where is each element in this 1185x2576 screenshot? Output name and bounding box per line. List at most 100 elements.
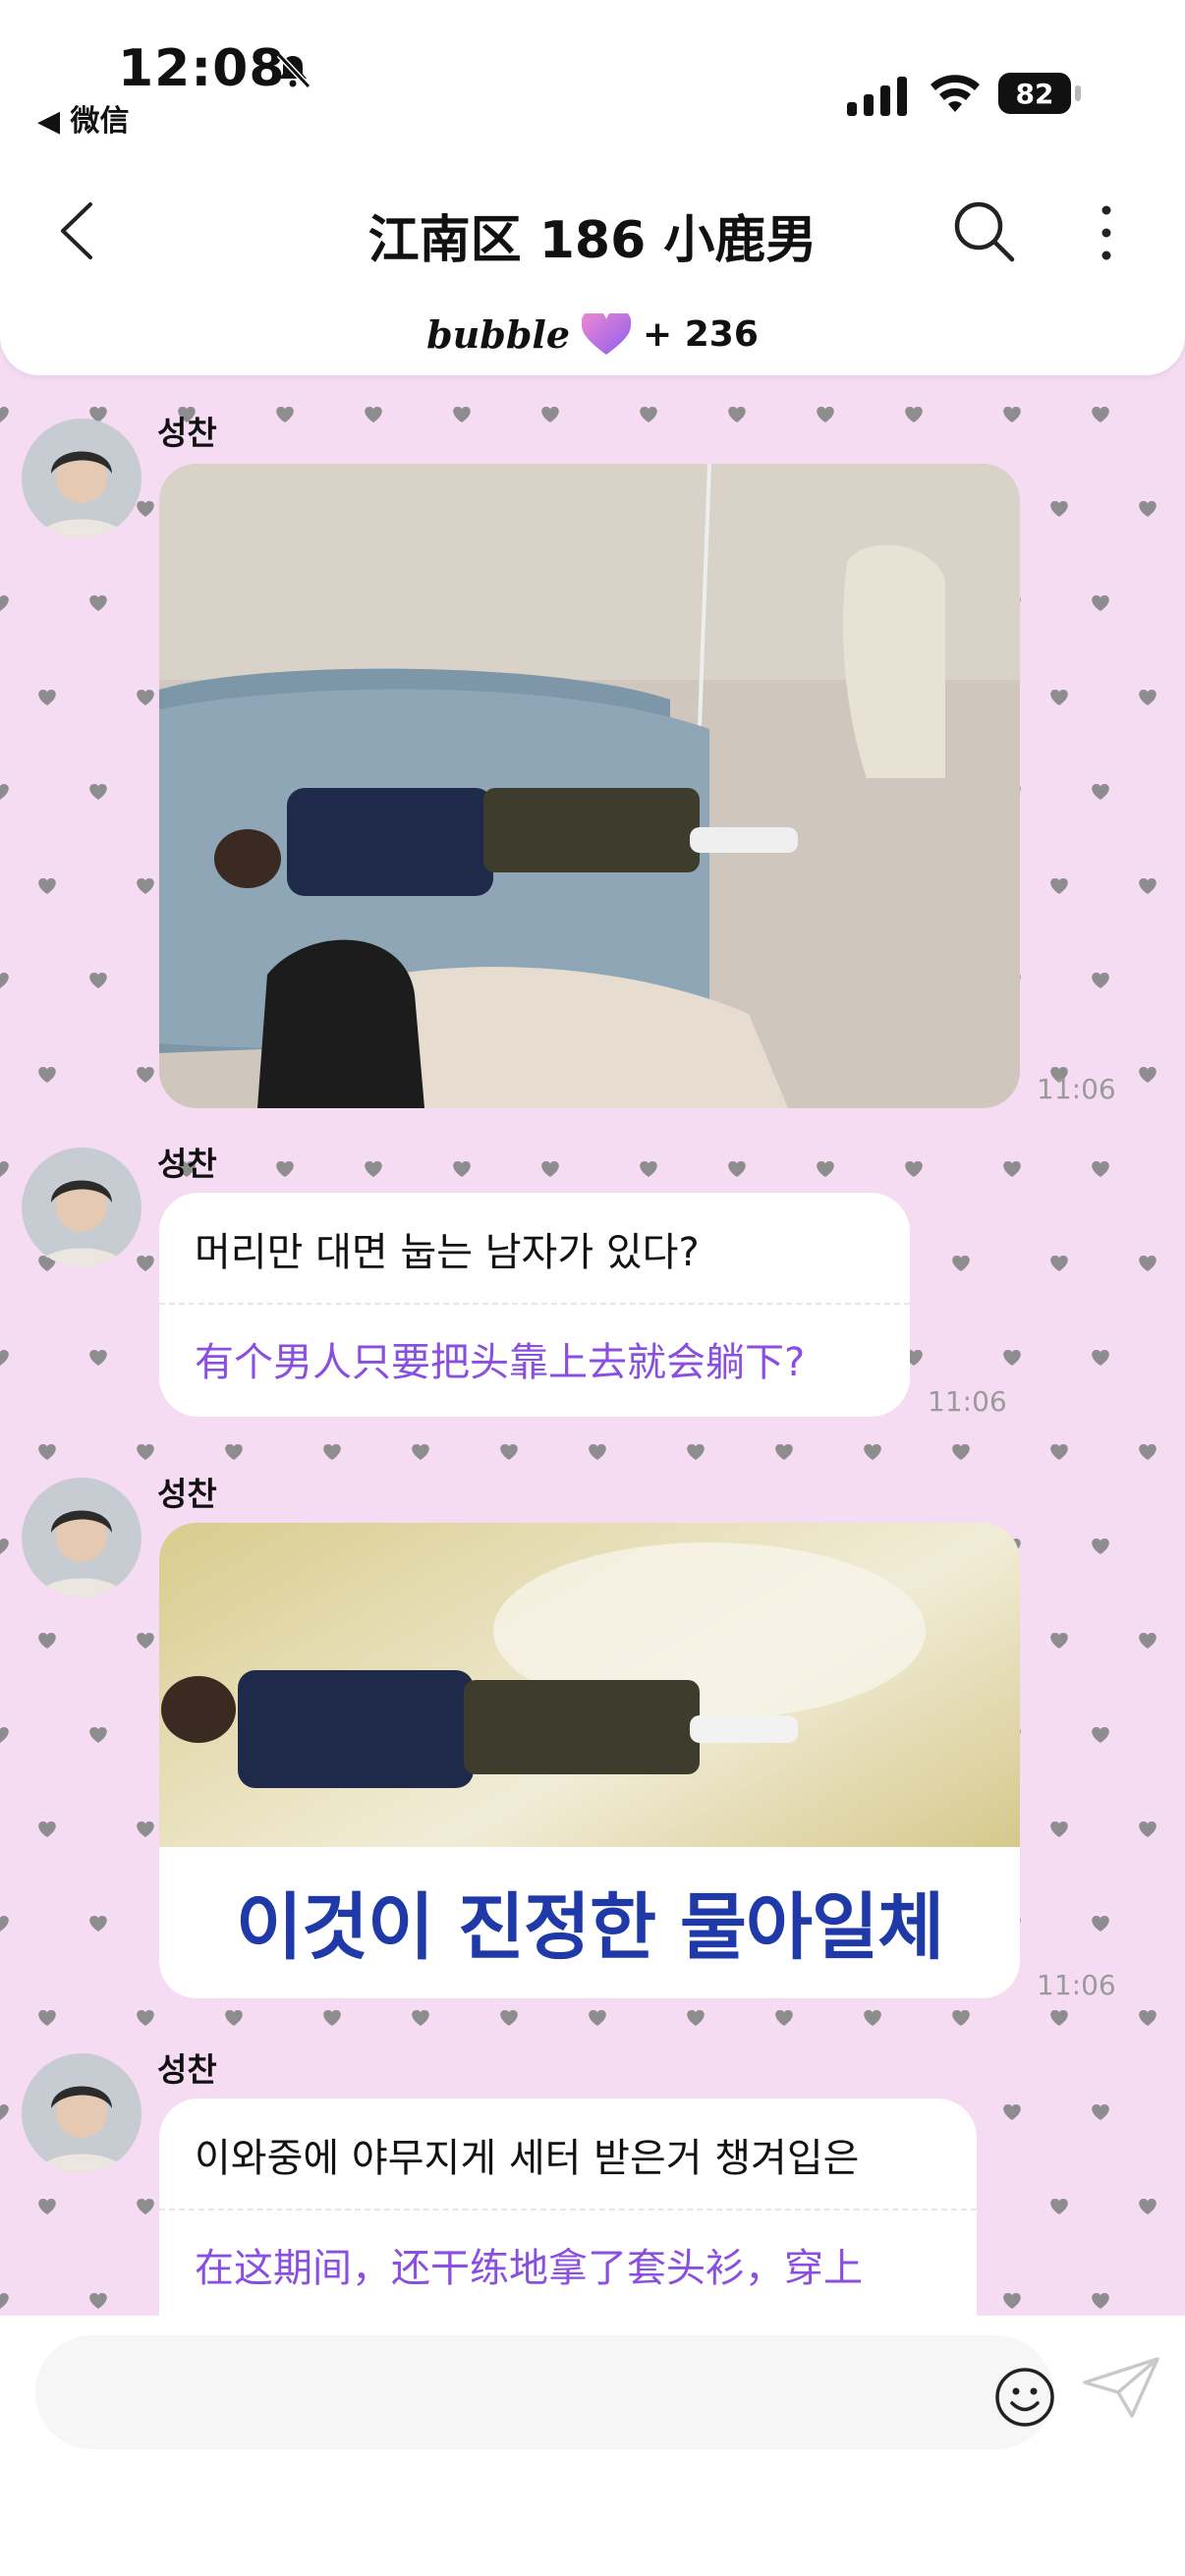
heart-pattern-icon <box>1003 1161 1021 1177</box>
heart-pattern-icon <box>1003 407 1021 422</box>
battery-level: 82 <box>998 73 1071 114</box>
heart-pattern-icon <box>412 1444 429 1460</box>
heart-pattern-icon <box>0 973 9 988</box>
photo-message-couch[interactable] <box>159 464 1020 1108</box>
search-icon[interactable] <box>951 198 1016 263</box>
sender-name: 성찬 <box>157 1145 217 1183</box>
message-field[interactable] <box>35 2335 1054 2451</box>
text-bubble[interactable]: 머리만 대면 눕는 남자가 있다? 有个男人只要把头靠上去就会躺下? <box>159 1193 910 1417</box>
heart-pattern-icon <box>137 1633 154 1649</box>
heart-pattern-icon <box>0 2293 9 2309</box>
avatar[interactable] <box>22 1148 141 1267</box>
status-bar: 12:08 ◀ 微信 82 <box>0 0 1185 157</box>
heart-pattern-icon <box>1050 878 1068 894</box>
meme-caption: 이것이 진정한 물아일체 <box>235 1885 944 1970</box>
heart-pattern-icon <box>225 2010 243 2026</box>
heart-pattern-icon <box>687 1444 705 1460</box>
heart-pattern-icon <box>276 1161 294 1177</box>
heart-pattern-icon <box>1092 1350 1109 1366</box>
heart-pattern-icon <box>1050 1256 1068 1271</box>
heart-pattern-icon <box>817 1161 834 1177</box>
heart-pattern-icon <box>137 1444 154 1460</box>
wifi-icon <box>931 75 980 112</box>
heart-pattern-icon <box>905 1161 923 1177</box>
heart-pattern-icon <box>137 2199 154 2214</box>
sender-name: 성찬 <box>157 2050 217 2089</box>
translation-divider <box>159 1303 910 1305</box>
heart-pattern-icon <box>0 595 9 611</box>
heart-pattern-icon <box>1139 501 1157 517</box>
heart-pattern-icon <box>0 1161 9 1177</box>
heart-pattern-icon <box>640 1161 657 1177</box>
avatar[interactable] <box>22 2053 141 2173</box>
heart-pattern-icon <box>1092 595 1109 611</box>
chat-area[interactable]: 성찬 11:06 성찬 머리만 대면 눕는 남자가 있다? 有个男人只要把头靠上… <box>0 375 1185 2316</box>
more-vertical-icon[interactable] <box>1089 200 1124 265</box>
chat-header: 江南区 186 小鹿男 bubble + 236 <box>0 157 1185 375</box>
heart-pattern-icon <box>0 1727 9 1743</box>
heart-pattern-icon <box>1139 1444 1157 1460</box>
heart-pattern-icon <box>1139 1256 1157 1271</box>
heart-pattern-icon <box>905 407 923 422</box>
battery-cap <box>1075 85 1081 101</box>
heart-pattern-icon <box>1050 501 1068 517</box>
heart-pattern-icon <box>1092 407 1109 422</box>
heart-pattern-icon <box>1139 2199 1157 2214</box>
heart-pattern-icon <box>541 407 559 422</box>
heart-pattern-icon <box>1092 2293 1109 2309</box>
heart-pattern-icon <box>0 784 9 800</box>
heart-pattern-icon <box>640 407 657 422</box>
heart-pattern-icon <box>137 1067 154 1083</box>
battery-indicator: 82 <box>998 73 1081 114</box>
heart-pattern-icon <box>864 1444 881 1460</box>
message-input[interactable] <box>65 2335 973 2451</box>
heart-pattern-icon <box>1050 1633 1068 1649</box>
heart-pattern-icon <box>453 407 471 422</box>
heart-pattern-icon <box>1050 690 1068 705</box>
heart-pattern-icon <box>38 1067 56 1083</box>
heart-pattern-icon <box>0 1539 9 1554</box>
heart-pattern-icon <box>1092 973 1109 988</box>
heart-pattern-icon <box>365 1161 382 1177</box>
heart-pattern-icon <box>89 1916 107 1932</box>
heart-pattern-icon <box>137 1256 154 1271</box>
timestamp: 11:06 <box>1037 1073 1116 1105</box>
heart-pattern-icon <box>0 1916 9 1932</box>
emoji-icon[interactable] <box>992 2365 1057 2430</box>
bubble-subscription-row: bubble + 236 <box>0 312 1185 357</box>
heart-pattern-icon <box>89 973 107 988</box>
heart-pattern-icon <box>89 2293 107 2309</box>
timestamp: 11:06 <box>1037 1969 1116 2001</box>
bell-muted-icon <box>276 52 311 89</box>
heart-pattern-icon <box>1092 1161 1109 1177</box>
heart-pattern-icon <box>1050 1444 1068 1460</box>
heart-pattern-icon <box>1139 878 1157 894</box>
heart-pattern-icon <box>0 2104 9 2120</box>
heart-pattern-icon <box>38 2010 56 2026</box>
send-icon[interactable] <box>1081 2353 1161 2422</box>
heart-pattern-icon <box>89 1350 107 1366</box>
heart-pattern-icon <box>952 1256 970 1271</box>
heart-pattern-icon <box>952 2010 970 2026</box>
photo-message-meme[interactable]: 이것이 진정한 물아일체 <box>159 1523 1020 1998</box>
cellular-signal-icon <box>847 77 907 116</box>
text-bubble[interactable]: 이와중에 야무지게 세터 받은거 챙겨입은 在这期间，还干练地拿了套头衫，穿上 <box>159 2099 977 2316</box>
heart-pattern-icon <box>137 501 154 517</box>
heart-pattern-icon <box>38 1444 56 1460</box>
message-text-translation: 有个男人只要把头靠上去就会躺下? <box>195 1340 806 1385</box>
heart-pattern-icon <box>1050 1821 1068 1837</box>
heart-pattern-icon <box>1139 2010 1157 2026</box>
heart-gradient-icon <box>582 312 632 355</box>
avatar[interactable] <box>22 419 141 538</box>
input-bar <box>0 2316 1185 2576</box>
avatar[interactable] <box>22 1478 141 1597</box>
subscriber-count: + 236 <box>643 314 759 355</box>
heart-pattern-icon <box>1092 2104 1109 2120</box>
heart-pattern-icon <box>864 2010 881 2026</box>
heart-pattern-icon <box>38 1633 56 1649</box>
heart-pattern-icon <box>1003 1350 1021 1366</box>
back-to-wechat[interactable]: ◀ 微信 <box>37 96 130 140</box>
heart-pattern-icon <box>276 407 294 422</box>
heart-pattern-icon <box>952 1444 970 1460</box>
heart-pattern-icon <box>541 1161 559 1177</box>
